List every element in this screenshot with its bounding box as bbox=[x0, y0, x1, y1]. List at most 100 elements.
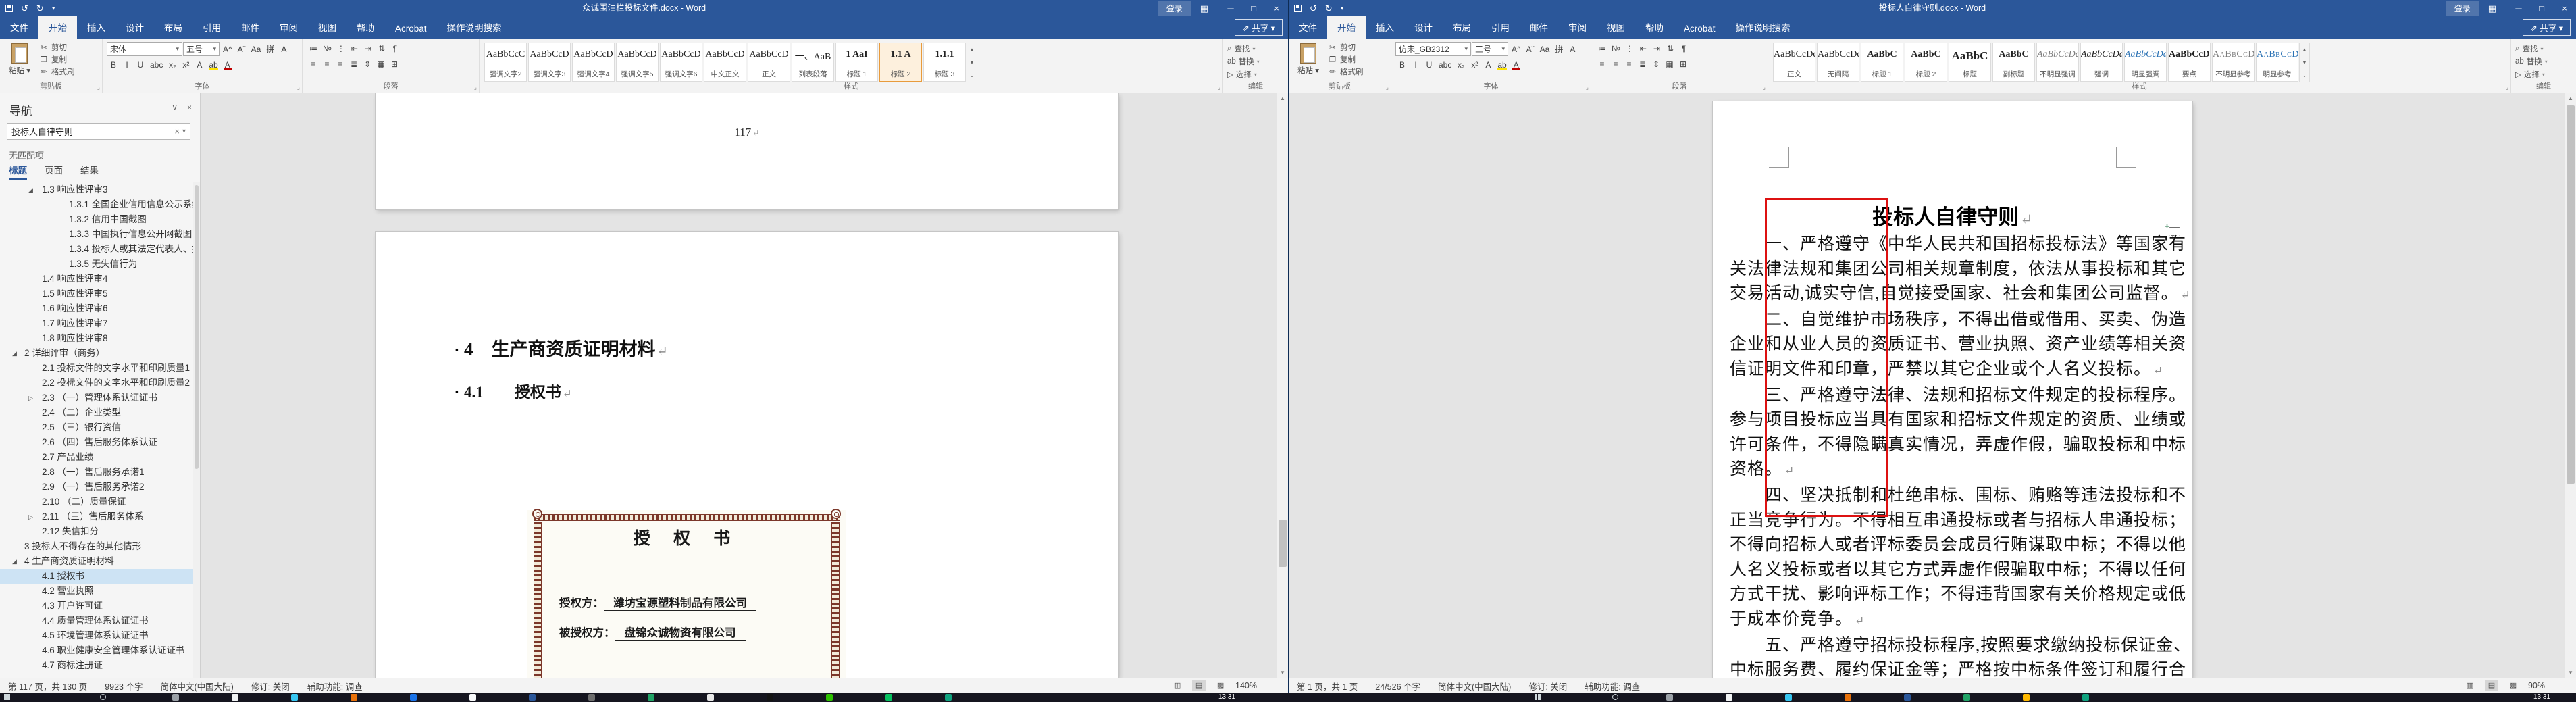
ribbon-tab[interactable]: 操作说明搜索 bbox=[1726, 16, 1801, 39]
nav-outline-item[interactable]: 1.4 响应性评审4 bbox=[0, 272, 193, 286]
dialog-launcher-icon[interactable]: ⌟ bbox=[2506, 84, 2508, 91]
maximize-button[interactable]: □ bbox=[2530, 0, 2553, 17]
nav-outline-item[interactable]: 4.1 授权书 bbox=[0, 569, 193, 584]
close-button[interactable]: × bbox=[1265, 0, 1288, 17]
paragraph-button[interactable]: ⇕ bbox=[1649, 57, 1663, 71]
style-gallery-item[interactable]: AaBbC 副标题 bbox=[1992, 43, 2035, 82]
nav-outline-item[interactable]: 2.9 （一）售后服务承诺2 bbox=[0, 480, 193, 495]
nav-outline-item[interactable]: 1.3.2 信用中国截图 bbox=[0, 212, 193, 227]
font-size-combo[interactable]: 五号 ▾ bbox=[183, 42, 220, 56]
editing-command[interactable]: ⌕ 查找 ▾ bbox=[2515, 43, 2573, 54]
scroll-down-icon[interactable]: ▼ bbox=[1277, 668, 1288, 678]
ribbon-tab[interactable]: 布局 bbox=[154, 16, 192, 39]
paragraph-button[interactable]: ⇕ bbox=[361, 57, 374, 71]
paragraph-button[interactable]: ≔ bbox=[1595, 42, 1609, 55]
nav-outline-item[interactable]: 3 投标人不得存在的其他情形 bbox=[0, 539, 193, 554]
save-icon[interactable] bbox=[1294, 5, 1302, 12]
clipboard-command[interactable]: ✏ 格式刷 bbox=[39, 66, 99, 77]
font-tool-button[interactable]: 拼 bbox=[263, 43, 277, 56]
paragraph-button[interactable]: ≡ bbox=[1609, 57, 1622, 71]
ribbon-tab[interactable]: 插入 bbox=[1366, 16, 1404, 39]
editing-command[interactable]: ab 替换 ▾ bbox=[1227, 56, 1285, 67]
gallery-up-icon[interactable]: ▲ bbox=[967, 43, 977, 56]
paragraph-button[interactable]: ⇥ bbox=[361, 42, 375, 55]
qat-customize-icon[interactable]: ▾ bbox=[52, 5, 55, 12]
style-gallery-item[interactable]: AaBbCcDd 明显参考 bbox=[2256, 43, 2298, 82]
style-gallery-item[interactable]: AaBbCcDdI 不明显参考 bbox=[2212, 43, 2255, 82]
gallery-down-icon[interactable]: ▼ bbox=[967, 56, 977, 69]
ribbon-display-options-icon[interactable]: ▦ bbox=[1200, 3, 1208, 14]
redo-icon[interactable]: ↻ bbox=[1325, 3, 1333, 14]
style-gallery-item[interactable]: AaBbCcDd 正文 bbox=[1773, 43, 1815, 82]
ribbon-tab[interactable]: Acrobat bbox=[385, 19, 437, 39]
print-layout-icon[interactable]: ▤ bbox=[1192, 680, 1206, 691]
nav-outline-item[interactable]: 2.6 （四）售后服务体系认证 bbox=[0, 435, 193, 450]
paragraph-button[interactable]: ⇅ bbox=[1664, 42, 1677, 55]
style-gallery-item[interactable]: 1 AaI 标题 1 bbox=[835, 43, 878, 82]
taskbar-app-icon[interactable] bbox=[232, 694, 238, 701]
paragraph-button[interactable]: ¶ bbox=[1677, 42, 1691, 55]
undo-icon[interactable]: ↺ bbox=[1310, 3, 1317, 14]
paragraph-button[interactable]: ⊞ bbox=[388, 57, 401, 71]
nav-close-icon[interactable]: × bbox=[187, 103, 192, 112]
taskbar-app-icon[interactable] bbox=[1726, 694, 1732, 701]
start-button-icon[interactable] bbox=[1535, 694, 1541, 701]
font-tool-button[interactable]: Aˇ bbox=[235, 43, 249, 56]
nav-outline-item[interactable]: 2.7 产品业绩 bbox=[0, 450, 193, 465]
taskbar-app-icon[interactable] bbox=[1963, 694, 1970, 701]
insert-comment-icon[interactable] bbox=[2165, 222, 2180, 237]
editing-command[interactable]: ab 替换 ▾ bbox=[2515, 56, 2573, 67]
style-gallery-item[interactable]: 一、AaB 列表段落 bbox=[792, 43, 834, 82]
paste-button[interactable]: 粘贴 ▾ bbox=[1293, 42, 1324, 76]
style-gallery-item[interactable]: AaBbCcD 强调文字6 bbox=[660, 43, 702, 82]
paragraph-button[interactable]: ≣ bbox=[347, 57, 361, 71]
paragraph-button[interactable]: ≡ bbox=[307, 57, 320, 71]
paste-button[interactable]: 粘贴 ▾ bbox=[4, 42, 35, 76]
paragraph-button[interactable]: ⋮ bbox=[1623, 42, 1637, 55]
nav-outline-item[interactable]: 4.6 职业健康安全管理体系认证证书 bbox=[0, 643, 193, 658]
vertical-scrollbar[interactable]: ▲ ▼ bbox=[2565, 93, 2576, 678]
dialog-launcher-icon[interactable]: ⌟ bbox=[474, 84, 477, 91]
minimize-button[interactable]: ─ bbox=[1219, 0, 1242, 17]
paragraph-button[interactable]: ¶ bbox=[388, 42, 402, 55]
taskbar-app-icon[interactable] bbox=[945, 694, 952, 701]
font-format-button[interactable]: x² bbox=[179, 58, 192, 72]
dialog-launcher-icon[interactable]: ⌟ bbox=[297, 84, 300, 91]
taskbar-app-icon[interactable] bbox=[172, 694, 179, 701]
read-mode-icon[interactable]: ▥ bbox=[1170, 680, 1184, 691]
ribbon-tab[interactable]: 文件 bbox=[1289, 16, 1327, 39]
ribbon-tab[interactable]: 审阅 bbox=[269, 16, 308, 39]
nav-outline-item[interactable]: 2.5 （三）银行资信 bbox=[0, 420, 193, 435]
dialog-launcher-icon[interactable]: ⌟ bbox=[97, 84, 100, 91]
expand-collapse-icon[interactable] bbox=[28, 391, 33, 405]
style-gallery-item[interactable]: AaBbCcDd 不明显强调 bbox=[2036, 43, 2079, 82]
font-format-button[interactable]: ab bbox=[206, 58, 220, 72]
qat-customize-icon[interactable]: ▾ bbox=[1341, 5, 1344, 12]
font-format-button[interactable]: A bbox=[1510, 58, 1523, 72]
taskbar-app-icon[interactable] bbox=[826, 694, 833, 701]
expand-collapse-icon[interactable] bbox=[28, 509, 33, 524]
taskbar-search-icon[interactable] bbox=[100, 694, 106, 700]
font-tool-button[interactable]: Aa bbox=[249, 43, 264, 56]
ribbon-tab[interactable]: 帮助 bbox=[1635, 16, 1674, 39]
style-gallery-item[interactable]: AaBbC 标题 1 bbox=[1861, 43, 1903, 82]
nav-outline-item[interactable]: 2.12 失信扣分 bbox=[0, 524, 193, 539]
ribbon-tab[interactable]: 文件 bbox=[0, 16, 38, 39]
read-mode-icon[interactable]: ▥ bbox=[2463, 680, 2477, 691]
nav-outline-item[interactable]: 4.2 营业执照 bbox=[0, 584, 193, 599]
status-segment[interactable]: 24/526 个字 bbox=[1375, 680, 1420, 693]
style-gallery-item[interactable]: AaBbCcDd 要点 bbox=[2168, 43, 2211, 82]
nav-pane-tab[interactable]: 结果 bbox=[80, 163, 99, 180]
ribbon-tab[interactable]: 审阅 bbox=[1558, 16, 1597, 39]
nav-outline-item[interactable]: 1.3.3 中国执行信息公开网截图 bbox=[0, 227, 193, 242]
font-tool-button[interactable]: Aˇ bbox=[1524, 43, 1537, 56]
nav-outline-item[interactable]: 4.7 商标注册证 bbox=[0, 658, 193, 673]
nav-outline-item[interactable]: 1.3 响应性评审3 bbox=[0, 182, 193, 197]
gallery-up-icon[interactable]: ▲ bbox=[2300, 43, 2309, 56]
scroll-down-icon[interactable]: ▼ bbox=[2565, 668, 2576, 678]
nav-outline-item[interactable]: 1.3.5 无失信行为 bbox=[0, 257, 193, 272]
taskbar-app-icon[interactable] bbox=[2082, 694, 2089, 701]
taskbar-app-icon[interactable] bbox=[885, 694, 892, 701]
scroll-up-icon[interactable]: ▲ bbox=[1277, 93, 1288, 103]
nav-outline-item[interactable]: 2.10 （二）质量保证 bbox=[0, 495, 193, 509]
